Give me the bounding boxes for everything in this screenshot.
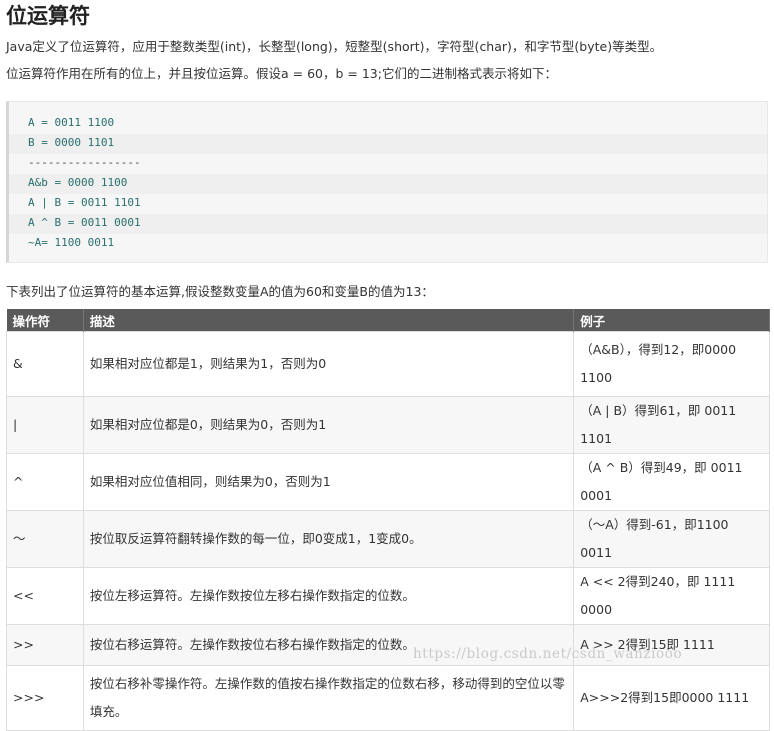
table-row: ^ 如果相对应位值相同，则结果为0，否则为1 （A ^ B）得到49，即 001… (6, 453, 770, 511)
cell-example: （A | B）得到61，即 0011 1101 (573, 396, 770, 454)
cell-description: 如果相对应位都是1，则结果为1，否则为0 (82, 331, 575, 397)
page-title: 位运算符 (6, 4, 90, 28)
intro-paragraph-1: Java定义了位运算符，应用于整数类型(int)，长整型(long)，短整型(s… (6, 39, 663, 54)
table-row: & 如果相对应位都是1，则结果为1，否则为0 （A&B），得到12，即0000 … (6, 331, 770, 397)
header-example: 例子 (573, 309, 770, 332)
code-line: A&b = 0000 1100 (28, 176, 128, 189)
cell-description: 按位右移补零操作符。左操作数的值按右操作数指定的位数右移，移动得到的空位以零填充… (82, 665, 575, 731)
cell-description: 按位左移运算符。左操作数按位左移右操作数指定的位数。 (82, 567, 575, 625)
code-line: ----------------- (28, 156, 141, 169)
cell-operator: & (6, 331, 84, 397)
code-block: A = 0011 1100 B = 0000 1101 ------------… (6, 101, 768, 263)
cell-example: （A&B），得到12，即0000 1100 (573, 331, 770, 397)
cell-operator: | (6, 396, 84, 454)
cell-example: （A ^ B）得到49，即 0011 0001 (573, 453, 770, 511)
table-row: >>> 按位右移补零操作符。左操作数的值按右操作数指定的位数右移，移动得到的空位… (6, 665, 770, 731)
cell-operator: >>> (6, 665, 84, 731)
table-row: << 按位左移运算符。左操作数按位左移右操作数指定的位数。 A << 2得到24… (6, 567, 770, 625)
cell-operator: << (6, 567, 84, 625)
code-line: B = 0000 1101 (28, 136, 115, 149)
code-stripe (9, 134, 767, 154)
code-line: A | B = 0011 1101 (28, 196, 141, 209)
table-header-row: 操作符 描述 例子 (6, 309, 770, 332)
cell-example: A << 2得到240，即 1111 0000 (573, 567, 770, 625)
table-row: | 如果相对应位都是0，则结果为0，否则为1 （A | B）得到61，即 001… (6, 396, 770, 454)
cell-example: （〜A）得到-61，即1100 0011 (573, 510, 770, 568)
cell-example: A>>>2得到15即0000 1111 (573, 665, 770, 731)
cell-description: 如果相对应位值相同，则结果为0，否则为1 (82, 453, 575, 511)
table-row: 〜 按位取反运算符翻转操作数的每一位，即0变成1，1变成0。 （〜A）得到-61… (6, 510, 770, 568)
table-intro: 下表列出了位运算符的基本运算,假设整数变量A的值为60和变量B的值为13： (6, 284, 434, 299)
code-line: ~A= 1100 0011 (28, 236, 115, 249)
cell-description: 如果相对应位都是0，则结果为0，否则为1 (82, 396, 575, 454)
header-operator: 操作符 (6, 309, 84, 332)
cell-operator: >> (6, 624, 84, 666)
cell-description: 按位取反运算符翻转操作数的每一位，即0变成1，1变成0。 (82, 510, 575, 568)
cell-operator: 〜 (6, 510, 84, 568)
cell-operator: ^ (6, 453, 84, 511)
operator-table: 操作符 描述 例子 & 如果相对应位都是1，则结果为1，否则为0 （A&B），得… (6, 309, 770, 731)
header-description: 描述 (83, 309, 575, 332)
code-line: A = 0011 1100 (28, 116, 115, 129)
intro-paragraph-2: 位运算符作用在所有的位上，并且按位运算。假设a = 60，b = 13;它们的二… (6, 66, 557, 81)
code-line: A ^ B = 0011 0001 (28, 216, 141, 229)
watermark-url: https://blog.csdn.net/csdn_wanziooo (413, 646, 683, 662)
